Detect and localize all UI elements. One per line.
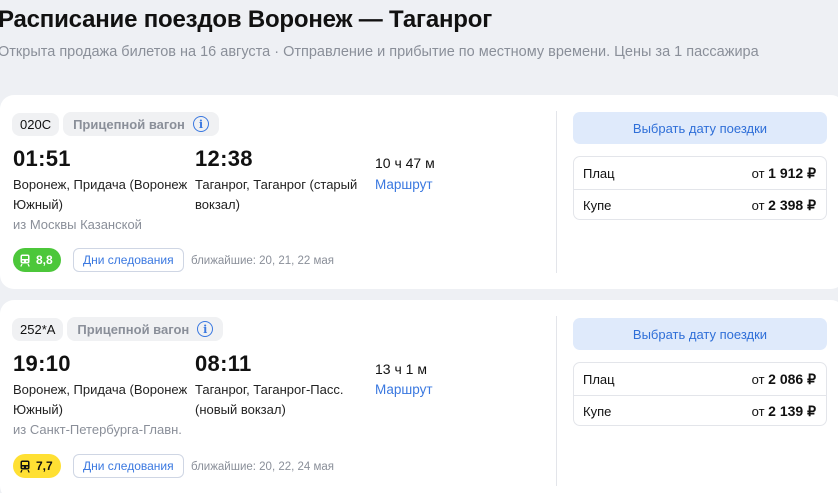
route-link[interactable]: Маршрут bbox=[375, 382, 433, 397]
car-type-chip: Прицепной вагон i bbox=[63, 112, 219, 136]
arrival-station: Таганрог, Таганрог-Пасс. (новый вокзал) bbox=[195, 380, 343, 420]
train-chips: 020С Прицепной вагон i bbox=[12, 112, 219, 136]
price-from: от bbox=[751, 198, 765, 213]
train-card: 020С Прицепной вагон i 01:51 Воронеж, Пр… bbox=[0, 95, 838, 289]
train-number: 020С bbox=[12, 112, 60, 136]
departure-station-line: Воронеж, Придача (Воронеж bbox=[13, 382, 188, 397]
price-class: Плац bbox=[583, 371, 615, 387]
departure-station-line: Воронеж, Придача (Воронеж bbox=[13, 177, 188, 192]
arrival-station-line: Таганрог, Таганрог (старый bbox=[195, 177, 358, 192]
select-date-button[interactable]: Выбрать дату поездки bbox=[573, 318, 827, 350]
card-divider bbox=[556, 111, 557, 273]
departure-station-line: Южный) bbox=[13, 197, 63, 212]
trip-duration: 13 ч 1 м bbox=[375, 361, 427, 377]
price-row-platz[interactable]: Плац от 2 086 ₽ bbox=[574, 363, 826, 395]
price-amount: 2 139 ₽ bbox=[768, 403, 816, 419]
rating-value: 7,7 bbox=[36, 459, 53, 473]
page-title: Расписание поездов Воронеж — Таганрог bbox=[0, 6, 492, 33]
card-divider bbox=[556, 316, 557, 486]
departure-time: 19:10 bbox=[13, 351, 71, 376]
price-class: Плац bbox=[583, 165, 615, 181]
rating-badge: 7,7 bbox=[13, 454, 61, 478]
price-value: от 1 912 ₽ bbox=[752, 165, 816, 182]
departure-time: 01:51 bbox=[13, 146, 71, 171]
car-type-label: Прицепной вагон bbox=[73, 116, 185, 132]
departure-station-line: Южный) bbox=[13, 402, 63, 417]
car-type-chip: Прицепной вагон i bbox=[67, 317, 224, 341]
price-list: Плац от 2 086 ₽ Купе от 2 139 ₽ bbox=[573, 362, 827, 426]
origin-note: из Москвы Казанской bbox=[13, 217, 142, 232]
arrival-station-line: вокзал) bbox=[195, 197, 240, 212]
price-from: от bbox=[751, 404, 765, 419]
arrival-station: Таганрог, Таганрог (старый вокзал) bbox=[195, 175, 357, 215]
arrival-time: 08:11 bbox=[195, 351, 252, 376]
price-row-kupe[interactable]: Купе от 2 398 ₽ bbox=[574, 189, 826, 221]
train-icon bbox=[20, 254, 30, 267]
info-icon[interactable]: i bbox=[192, 116, 209, 132]
days-button[interactable]: Дни следования bbox=[73, 248, 184, 272]
price-class: Купе bbox=[583, 198, 612, 213]
train-icon bbox=[20, 460, 30, 473]
trip-duration: 10 ч 47 м bbox=[375, 155, 435, 171]
train-chips: 252*А Прицепной вагон i bbox=[12, 317, 224, 341]
price-row-kupe[interactable]: Купе от 2 139 ₽ bbox=[574, 395, 826, 427]
price-value: от 2 086 ₽ bbox=[752, 371, 816, 388]
price-class: Купе bbox=[583, 404, 612, 419]
price-amount: 2 398 ₽ bbox=[768, 197, 816, 213]
nearest-dates: ближайшие: 20, 21, 22 мая bbox=[191, 255, 335, 267]
departure-station: Воронеж, Придача (Воронеж Южный) bbox=[13, 175, 187, 215]
train-card: 252*А Прицепной вагон i 19:10 Воронеж, П… bbox=[0, 300, 838, 493]
price-amount: 1 912 ₽ bbox=[768, 164, 816, 181]
price-value: от 2 398 ₽ bbox=[752, 197, 816, 214]
arrival-time: 12:38 bbox=[195, 146, 253, 171]
origin-note: из Санкт-Петербурга-Главн. bbox=[13, 422, 182, 437]
info-icon[interactable]: i bbox=[197, 321, 214, 337]
arrival-station-line: Таганрог, Таганрог-Пасс. bbox=[195, 382, 344, 397]
price-from: от bbox=[751, 371, 765, 387]
rating-badge: 8,8 bbox=[13, 248, 61, 272]
rating-value: 8,8 bbox=[36, 253, 53, 267]
car-type-label: Прицепной вагон bbox=[77, 321, 190, 337]
select-date-button[interactable]: Выбрать дату поездки bbox=[573, 112, 827, 144]
arrival-station-line: (новый вокзал) bbox=[195, 402, 286, 417]
price-value: от 2 139 ₽ bbox=[752, 403, 816, 420]
nearest-dates: ближайшие: 20, 22, 24 мая bbox=[191, 461, 335, 473]
route-link[interactable]: Маршрут bbox=[375, 177, 433, 192]
price-list: Плац от 1 912 ₽ Купе от 2 398 ₽ bbox=[573, 156, 827, 220]
price-row-platz[interactable]: Плац от 1 912 ₽ bbox=[574, 157, 826, 189]
days-button[interactable]: Дни следования bbox=[73, 454, 184, 478]
price-amount: 2 086 ₽ bbox=[768, 370, 816, 387]
train-number: 252*А bbox=[12, 317, 64, 341]
departure-station: Воронеж, Придача (Воронеж Южный) bbox=[13, 380, 187, 420]
price-from: от bbox=[751, 165, 765, 181]
page-subtitle: Открыта продажа билетов на 16 августа · … bbox=[0, 44, 759, 60]
